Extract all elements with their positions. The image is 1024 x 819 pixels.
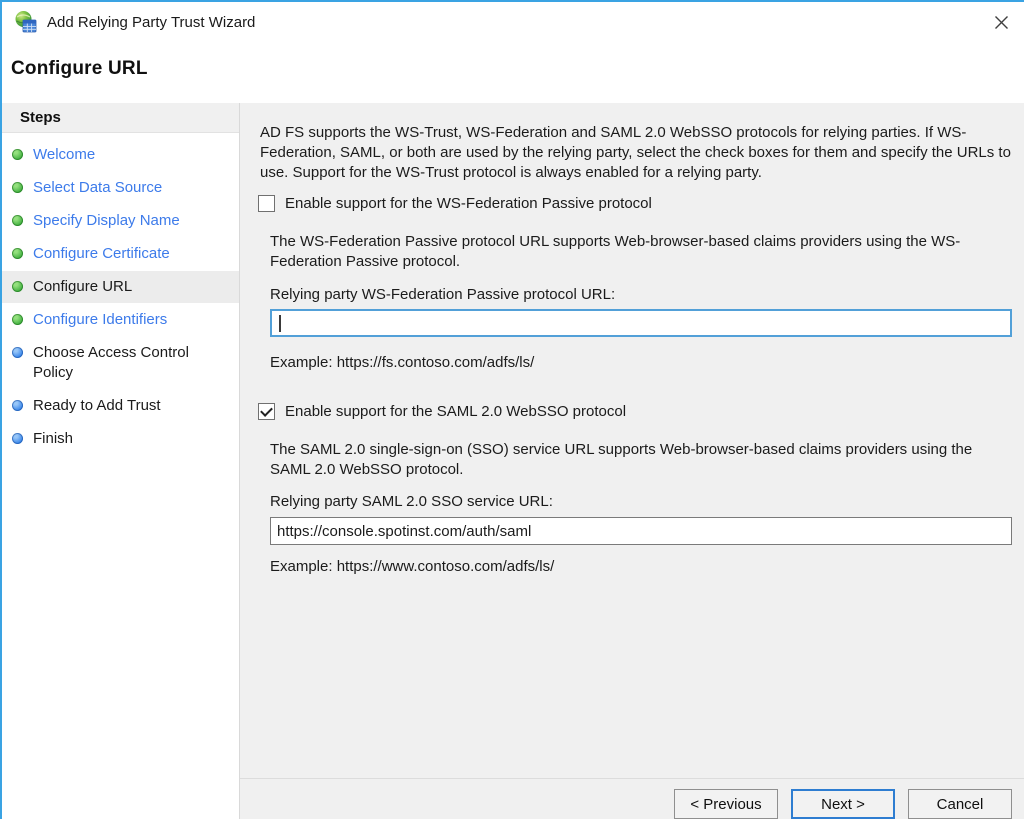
step-label: Specify Display Name: [33, 211, 180, 231]
page-heading-area: Configure URL: [2, 42, 1024, 103]
step-label: Ready to Add Trust: [33, 396, 161, 416]
step-label: Welcome: [33, 145, 95, 165]
wsfed-checkbox[interactable]: [258, 195, 275, 212]
step-specify-display-name[interactable]: Specify Display Name: [2, 205, 239, 237]
step-upcoming-icon: [12, 400, 23, 411]
window-title: Add Relying Party Trust Wizard: [47, 14, 255, 31]
step-label: Configure URL: [33, 277, 132, 297]
wizard-window: Add Relying Party Trust Wizard Configure…: [0, 0, 1024, 819]
step-select-data-source[interactable]: Select Data Source: [2, 172, 239, 204]
next-button[interactable]: Next >: [791, 789, 895, 819]
cancel-button[interactable]: Cancel: [908, 789, 1012, 819]
step-completed-icon: [12, 215, 23, 226]
wizard-footer: < Previous Next > Cancel: [240, 778, 1024, 819]
wsfed-url-label: Relying party WS-Federation Passive prot…: [270, 285, 1012, 305]
step-choose-access-control-policy: Choose Access Control Policy: [2, 337, 239, 389]
saml-example-text: Example: https://www.contoso.com/adfs/ls…: [270, 557, 1012, 577]
text-caret: [279, 315, 281, 332]
step-configure-url-current: Configure URL: [2, 271, 239, 303]
saml-checkbox-row[interactable]: Enable support for the SAML 2.0 WebSSO p…: [258, 402, 1012, 422]
title-bar: Add Relying Party Trust Wizard: [2, 2, 1024, 42]
previous-button[interactable]: < Previous: [674, 789, 778, 819]
step-ready-to-add-trust: Ready to Add Trust: [2, 390, 239, 422]
steps-sidebar: Steps Welcome Select Data Source Specify…: [2, 103, 240, 819]
intro-text: AD FS supports the WS-Trust, WS-Federati…: [260, 123, 1012, 183]
step-label: Configure Certificate: [33, 244, 170, 264]
step-configure-identifiers[interactable]: Configure Identifiers: [2, 304, 239, 336]
saml-url-label: Relying party SAML 2.0 SSO service URL:: [270, 492, 1012, 512]
step-completed-icon: [12, 182, 23, 193]
step-configure-certificate[interactable]: Configure Certificate: [2, 238, 239, 270]
wizard-content-pane: AD FS supports the WS-Trust, WS-Federati…: [240, 103, 1024, 819]
saml-url-input[interactable]: [270, 517, 1012, 545]
saml-description: The SAML 2.0 single-sign-on (SSO) servic…: [270, 440, 1005, 480]
step-label: Configure Identifiers: [33, 310, 167, 330]
adfs-app-icon: [14, 10, 38, 34]
step-label: Select Data Source: [33, 178, 162, 198]
step-upcoming-icon: [12, 347, 23, 358]
close-icon: [994, 15, 1009, 30]
step-completed-icon: [12, 281, 23, 292]
saml-checkbox-label: Enable support for the SAML 2.0 WebSSO p…: [285, 402, 626, 422]
page-title: Configure URL: [11, 58, 1016, 80]
saml-url-input-wrap: [270, 517, 1012, 545]
step-completed-icon: [12, 248, 23, 259]
steps-header: Steps: [2, 103, 239, 133]
close-button[interactable]: [986, 7, 1016, 37]
wsfed-example-text: Example: https://fs.contoso.com/adfs/ls/: [270, 353, 1012, 373]
steps-list: Welcome Select Data Source Specify Displ…: [2, 139, 239, 456]
wsfed-checkbox-label: Enable support for the WS-Federation Pas…: [285, 194, 652, 214]
step-label: Finish: [33, 429, 73, 449]
step-label: Choose Access Control Policy: [33, 343, 201, 383]
step-completed-icon: [12, 314, 23, 325]
step-completed-icon: [12, 149, 23, 160]
wsfed-url-input[interactable]: [270, 309, 1012, 337]
wsfed-description: The WS-Federation Passive protocol URL s…: [270, 232, 1005, 272]
step-welcome[interactable]: Welcome: [2, 139, 239, 171]
step-upcoming-icon: [12, 433, 23, 444]
wsfed-url-input-wrap: [270, 309, 1012, 337]
saml-checkbox[interactable]: [258, 403, 275, 420]
wsfed-checkbox-row[interactable]: Enable support for the WS-Federation Pas…: [258, 194, 1012, 214]
step-finish: Finish: [2, 423, 239, 455]
